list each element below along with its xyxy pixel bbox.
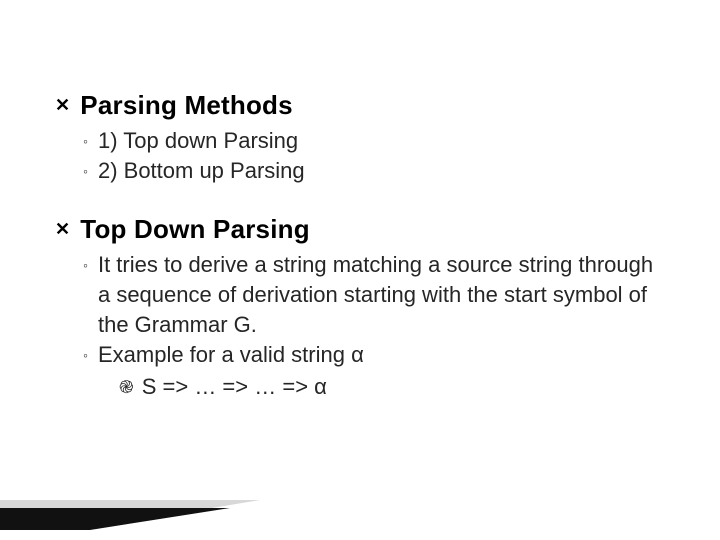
bullet-level2-icon: ◦	[83, 250, 88, 280]
bullet-level2-icon: ◦	[83, 340, 88, 370]
subsub-list: ֎ S => … => … => α	[119, 372, 660, 402]
slide-item: ✕ Top Down Parsing ◦ It tries to derive …	[55, 214, 660, 402]
bullet-level3-icon: ֎	[119, 372, 134, 402]
sub-item: ◦ 2) Bottom up Parsing	[83, 156, 660, 186]
bullet-level2-icon: ◦	[83, 156, 88, 186]
heading: ✕ Top Down Parsing	[55, 214, 660, 244]
sub-item-text: 1) Top down Parsing	[98, 126, 660, 156]
bullet-level1-icon: ✕	[55, 90, 70, 120]
sub-item-text: It tries to derive a string matching a s…	[98, 250, 660, 340]
subsub-item: ֎ S => … => … => α	[119, 372, 660, 402]
heading-text: Top Down Parsing	[80, 214, 310, 244]
heading-text: Parsing Methods	[80, 90, 292, 120]
slide: ✕ Parsing Methods ◦ 1) Top down Parsing …	[0, 0, 720, 540]
sub-list: ◦ 1) Top down Parsing ◦ 2) Bottom up Par…	[83, 126, 660, 186]
subsub-item-text: S => … => … => α	[142, 372, 327, 402]
sub-item: ◦ 1) Top down Parsing	[83, 126, 660, 156]
sub-list: ◦ It tries to derive a string matching a…	[83, 250, 660, 402]
sub-item: ◦ Example for a valid string α	[83, 340, 660, 370]
sub-item-text: 2) Bottom up Parsing	[98, 156, 660, 186]
slide-item: ✕ Parsing Methods ◦ 1) Top down Parsing …	[55, 90, 660, 186]
sub-item-text: Example for a valid string α	[98, 340, 660, 370]
slide-decoration	[0, 470, 300, 540]
heading: ✕ Parsing Methods	[55, 90, 660, 120]
bullet-level2-icon: ◦	[83, 126, 88, 156]
bullet-level1-icon: ✕	[55, 214, 70, 244]
sub-item: ◦ It tries to derive a string matching a…	[83, 250, 660, 340]
